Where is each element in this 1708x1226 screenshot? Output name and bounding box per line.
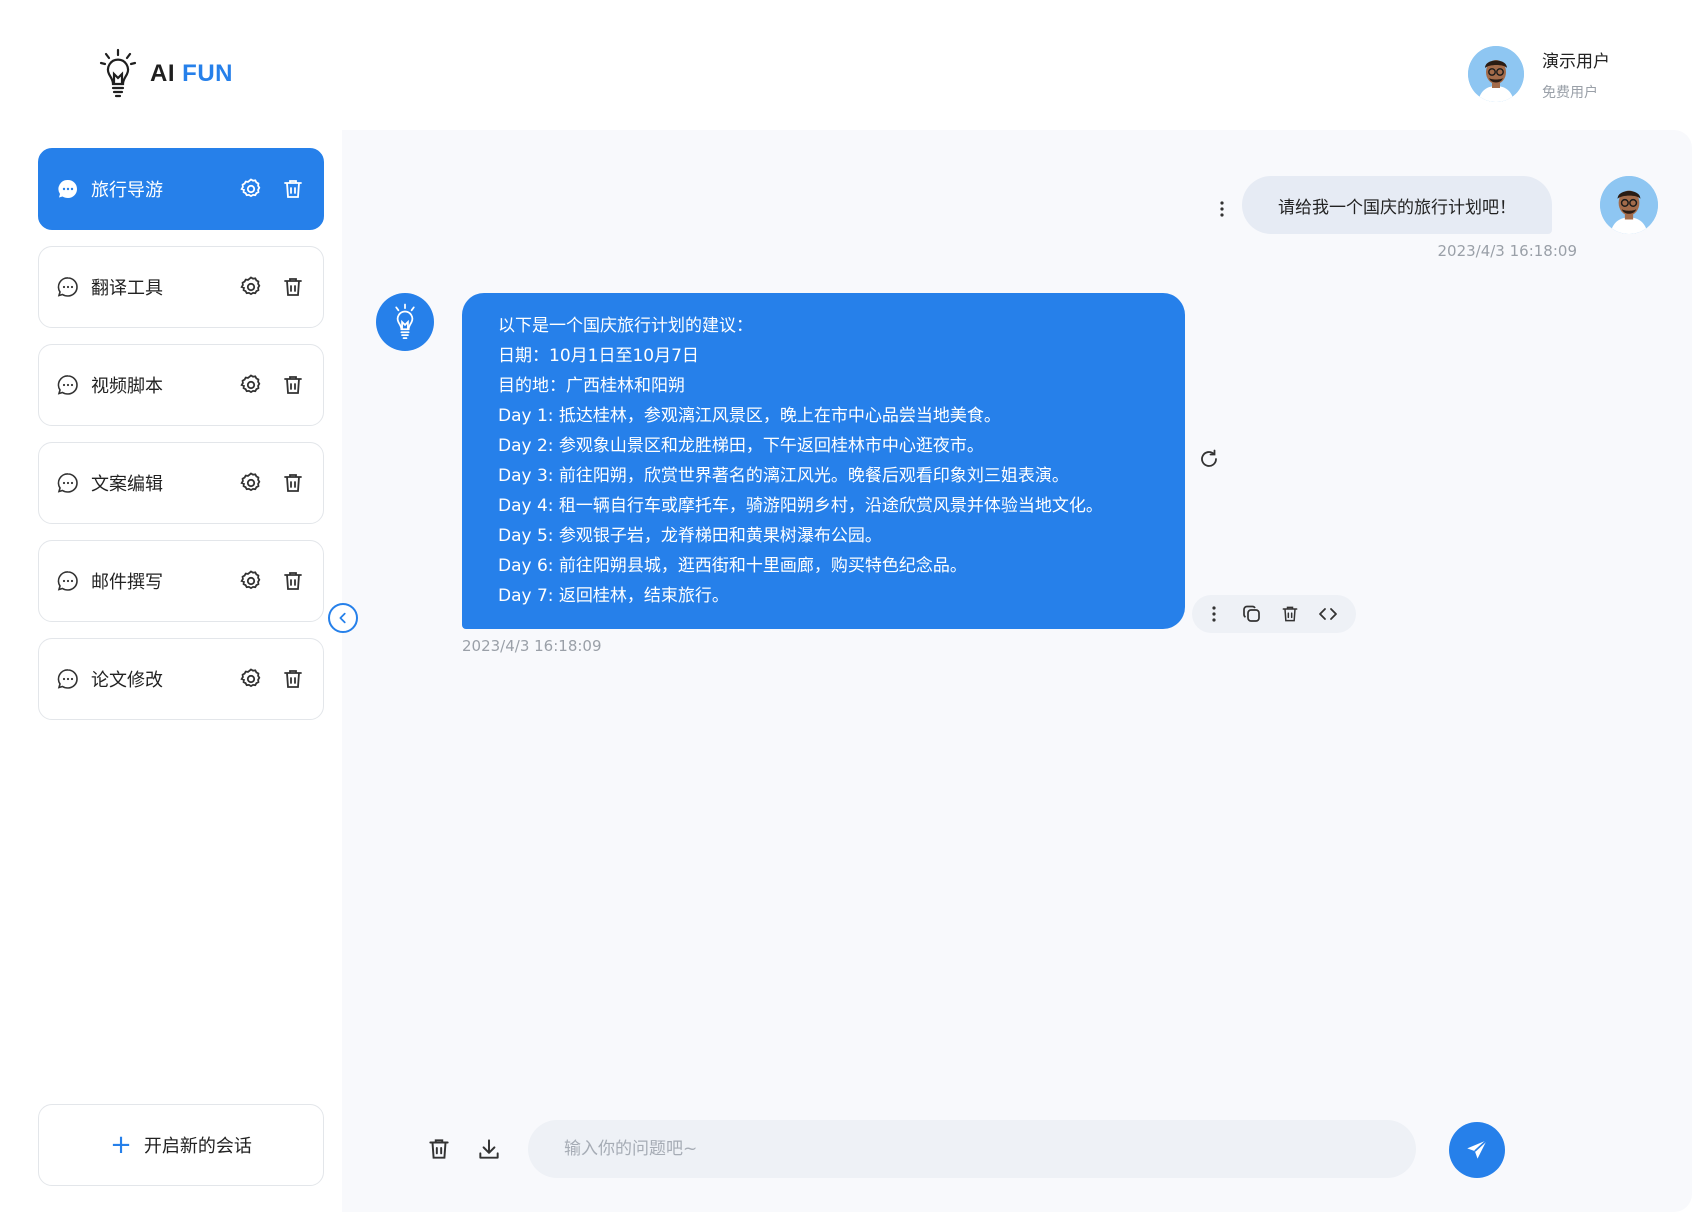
user-profile[interactable]: 演示用户 免费用户	[1468, 46, 1610, 102]
session-item-copy-edit[interactable]: 文案编辑	[38, 442, 324, 524]
bot-message-line: Day 6: 前往阳朔县城，逛西街和十里画廊，购买特色纪念品。	[498, 556, 967, 576]
user-name: 演示用户	[1542, 51, 1610, 72]
plus-icon: +	[110, 1130, 132, 1160]
chat-bubble-icon	[57, 277, 78, 297]
chat-bubble-icon	[57, 571, 78, 591]
trash-icon[interactable]	[281, 569, 305, 593]
bot-message-line: Day 3: 前往阳朔，欣赏世界著名的漓江风光。晚餐后观看印象刘三姐表演。	[498, 466, 1069, 486]
session-label: 邮件撰写	[91, 572, 163, 593]
bot-message-line: 日期：10月1日至10月7日	[498, 346, 699, 366]
new-chat-button[interactable]: + 开启新的会话	[38, 1104, 324, 1186]
input-bar	[342, 1120, 1692, 1180]
session-label: 文案编辑	[91, 474, 163, 495]
chat-bubble-icon	[57, 669, 78, 689]
logo-text: AI FUN	[150, 60, 233, 88]
logo: AI FUN	[98, 48, 233, 100]
user-message-time: 2023/4/3 16:18:09	[1437, 242, 1577, 260]
chevron-left-icon	[339, 612, 346, 624]
send-button[interactable]	[1449, 1122, 1505, 1178]
logo-ai: AI	[150, 60, 175, 87]
bot-message-bubble: 以下是一个国庆旅行计划的建议： 日期：10月1日至10月7日 目的地：广西桂林和…	[462, 293, 1185, 629]
trash-icon[interactable]	[281, 177, 305, 201]
user-plan: 免费用户	[1542, 84, 1598, 101]
collapse-sidebar-button[interactable]	[328, 603, 358, 633]
gear-icon[interactable]	[239, 275, 263, 299]
user-message-avatar	[1600, 176, 1658, 234]
bot-message-line: 目的地：广西桂林和阳朔	[498, 376, 685, 396]
bot-message-line: 以下是一个国庆旅行计划的建议：	[498, 316, 753, 336]
gear-icon[interactable]	[239, 373, 263, 397]
more-vertical-icon[interactable]	[1204, 604, 1224, 624]
app-root: AI FUN 演示用户 免费用户 旅行导游 翻译工具 视频脚本 文案编辑 邮件撰…	[0, 0, 1708, 1226]
refresh-icon[interactable]	[1198, 448, 1220, 470]
message-toolbar	[1192, 595, 1356, 633]
trash-icon[interactable]	[281, 471, 305, 495]
question-input[interactable]	[564, 1139, 1364, 1159]
lightbulb-icon	[395, 303, 415, 339]
chat-bubble-icon	[57, 473, 78, 493]
bot-message-time: 2023/4/3 16:18:09	[462, 637, 602, 655]
session-label: 旅行导游	[91, 180, 163, 201]
session-label: 视频脚本	[91, 376, 163, 397]
person-avatar-icon	[1468, 46, 1524, 102]
session-label: 翻译工具	[91, 278, 163, 299]
logo-fun: FUN	[182, 60, 233, 87]
send-icon	[1467, 1139, 1488, 1159]
gear-icon[interactable]	[239, 667, 263, 691]
trash-icon[interactable]	[426, 1136, 452, 1162]
session-item-travel[interactable]: 旅行导游	[38, 148, 324, 230]
chat-bubble-icon	[58, 179, 77, 198]
gear-icon[interactable]	[239, 569, 263, 593]
bot-avatar	[376, 293, 434, 351]
new-chat-label: 开启新的会话	[143, 1136, 252, 1157]
user-avatar[interactable]	[1468, 46, 1524, 102]
user-message-bubble: 请给我一个国庆的旅行计划吧！	[1242, 176, 1552, 234]
trash-icon[interactable]	[281, 373, 305, 397]
more-vertical-icon[interactable]	[1218, 200, 1226, 218]
bot-message-line: Day 5: 参观银子岩，龙脊梯田和黄果树瀑布公园。	[498, 526, 882, 546]
download-icon[interactable]	[476, 1136, 502, 1162]
session-item-video-script[interactable]: 视频脚本	[38, 344, 324, 426]
lightbulb-logo-icon	[99, 48, 137, 98]
trash-icon[interactable]	[281, 275, 305, 299]
sidebar: 旅行导游 翻译工具 视频脚本 文案编辑 邮件撰写 论文修改	[38, 148, 324, 736]
copy-icon[interactable]	[1242, 604, 1262, 624]
trash-icon[interactable]	[1280, 604, 1300, 624]
chat-bubble-icon	[57, 375, 78, 395]
gear-icon[interactable]	[239, 471, 263, 495]
bot-message-line: Day 4: 租一辆自行车或摩托车，骑游阳朔乡村，沿途欣赏风景并体验当地文化。	[498, 496, 1103, 516]
bot-message-line: Day 7: 返回桂林，结束旅行。	[498, 586, 729, 606]
bot-message-line: Day 2: 参观象山景区和龙胜梯田，下午返回桂林市中心逛夜市。	[498, 436, 984, 456]
user-info: 演示用户 免费用户	[1542, 47, 1610, 102]
trash-icon[interactable]	[281, 667, 305, 691]
bot-message-line: Day 1: 抵达桂林，参观漓江风景区，晚上在市中心品尝当地美食。	[498, 406, 1001, 426]
session-item-translate[interactable]: 翻译工具	[38, 246, 324, 328]
code-icon[interactable]	[1318, 604, 1338, 624]
session-label: 论文修改	[91, 670, 163, 691]
person-avatar-icon	[1600, 176, 1658, 234]
question-input-wrapper[interactable]	[528, 1120, 1416, 1178]
chat-panel: 请给我一个国庆的旅行计划吧！ 2023/4/3 16:18:09 以下是一个国庆…	[342, 130, 1692, 1212]
session-item-email[interactable]: 邮件撰写	[38, 540, 324, 622]
gear-icon[interactable]	[239, 177, 263, 201]
session-item-paper[interactable]: 论文修改	[38, 638, 324, 720]
